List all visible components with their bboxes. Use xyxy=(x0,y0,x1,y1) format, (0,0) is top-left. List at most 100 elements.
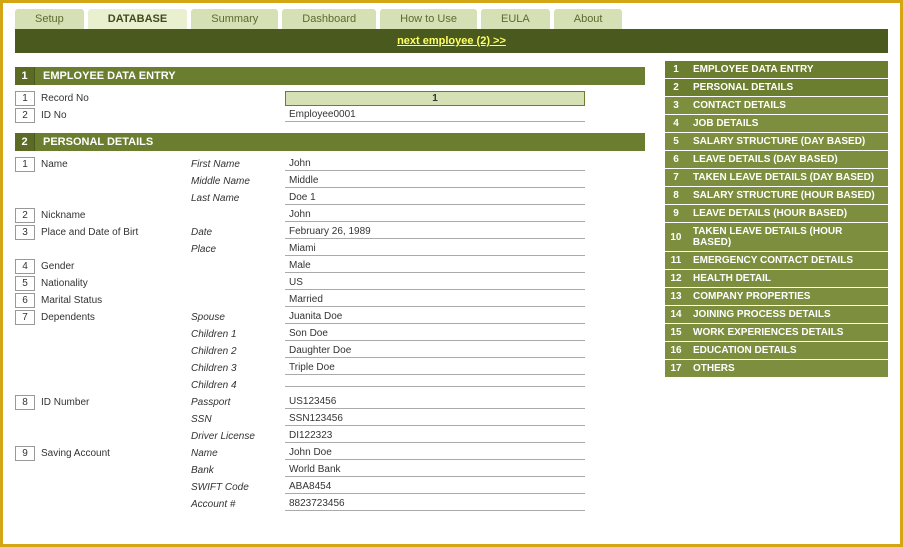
nav-item-4[interactable]: 4JOB DETAILS xyxy=(665,115,888,132)
row-num: 2 xyxy=(15,108,35,123)
sub-label: Date xyxy=(185,227,285,238)
nickname-input[interactable]: John xyxy=(285,208,585,222)
nav-sidebar: 1EMPLOYEE DATA ENTRY2PERSONAL DETAILS3CO… xyxy=(665,61,888,512)
nav-text: TAKEN LEAVE DETAILS (HOUR BASED) xyxy=(687,223,888,251)
nav-text: EMERGENCY CONTACT DETAILS xyxy=(687,252,859,269)
nav-item-10[interactable]: 10TAKEN LEAVE DETAILS (HOUR BASED) xyxy=(665,223,888,251)
field-label: Place and Date of Birt xyxy=(35,227,185,238)
sub-label: First Name xyxy=(185,159,285,170)
bank-input[interactable]: World Bank xyxy=(285,463,585,477)
record-no-input[interactable]: 1 xyxy=(285,91,585,106)
nav-item-5[interactable]: 5SALARY STRUCTURE (DAY BASED) xyxy=(665,133,888,150)
tab-setup[interactable]: Setup xyxy=(15,9,84,29)
id-no-value[interactable]: Employee0001 xyxy=(285,108,585,122)
field-label: ID Number xyxy=(35,397,185,408)
nav-num: 6 xyxy=(665,151,687,168)
next-employee-link[interactable]: next employee (2) >> xyxy=(397,35,506,47)
birth-date-input[interactable]: February 26, 1989 xyxy=(285,225,585,239)
nav-item-17[interactable]: 17OTHERS xyxy=(665,360,888,377)
nav-text: HEALTH DETAIL xyxy=(687,270,777,287)
last-name-input[interactable]: Doe 1 xyxy=(285,191,585,205)
nav-num: 11 xyxy=(665,252,687,269)
nav-text: SALARY STRUCTURE (HOUR BASED) xyxy=(687,187,881,204)
nav-item-2[interactable]: 2PERSONAL DETAILS xyxy=(665,79,888,96)
sub-label: Passport xyxy=(185,397,285,408)
nav-num: 5 xyxy=(665,133,687,150)
passport-input[interactable]: US123456 xyxy=(285,395,585,409)
nationality-input[interactable]: US xyxy=(285,276,585,290)
nav-text: TAKEN LEAVE DETAILS (DAY BASED) xyxy=(687,169,880,186)
child4-input[interactable] xyxy=(285,384,585,387)
child2-input[interactable]: Daughter Doe xyxy=(285,344,585,358)
nav-item-7[interactable]: 7TAKEN LEAVE DETAILS (DAY BASED) xyxy=(665,169,888,186)
row-num: 4 xyxy=(15,259,35,274)
sub-label: Place xyxy=(185,244,285,255)
row-num: 1 xyxy=(15,157,35,172)
nav-text: OTHERS xyxy=(687,360,741,377)
swift-input[interactable]: ABA8454 xyxy=(285,480,585,494)
tab-about[interactable]: About xyxy=(554,9,623,29)
nav-item-16[interactable]: 16EDUCATION DETAILS xyxy=(665,342,888,359)
nav-text: COMPANY PROPERTIES xyxy=(687,288,816,305)
nav-num: 2 xyxy=(665,79,687,96)
sub-label: Children 3 xyxy=(185,363,285,374)
nav-item-13[interactable]: 13COMPANY PROPERTIES xyxy=(665,288,888,305)
section-header-entry: 1 EMPLOYEE DATA ENTRY xyxy=(15,67,645,85)
nav-num: 14 xyxy=(665,306,687,323)
ssn-input[interactable]: SSN123456 xyxy=(285,412,585,426)
row-num: 2 xyxy=(15,208,35,223)
nav-num: 15 xyxy=(665,324,687,341)
tab-dashboard[interactable]: Dashboard xyxy=(282,9,376,29)
nav-item-12[interactable]: 12HEALTH DETAIL xyxy=(665,270,888,287)
account-name-input[interactable]: John Doe xyxy=(285,446,585,460)
field-label: Gender xyxy=(35,261,185,272)
child3-input[interactable]: Triple Doe xyxy=(285,361,585,375)
birth-place-input[interactable]: Miami xyxy=(285,242,585,256)
banner: next employee (2) >> xyxy=(15,29,888,53)
row-num: 7 xyxy=(15,310,35,325)
tab-database[interactable]: DATABASE xyxy=(88,9,187,29)
sub-label: Account # xyxy=(185,499,285,510)
nav-item-8[interactable]: 8SALARY STRUCTURE (HOUR BASED) xyxy=(665,187,888,204)
marital-input[interactable]: Married xyxy=(285,293,585,307)
tab-howto[interactable]: How to Use xyxy=(380,9,477,29)
nav-num: 4 xyxy=(665,115,687,132)
nav-text: EDUCATION DETAILS xyxy=(687,342,803,359)
account-num-input[interactable]: 8823723456 xyxy=(285,497,585,511)
nav-num: 3 xyxy=(665,97,687,114)
nav-num: 17 xyxy=(665,360,687,377)
row-num: 9 xyxy=(15,446,35,461)
field-label: Dependents xyxy=(35,312,185,323)
row-num: 6 xyxy=(15,293,35,308)
field-label: Saving Account xyxy=(35,448,185,459)
nav-text: EMPLOYEE DATA ENTRY xyxy=(687,61,820,78)
sub-label: SWIFT Code xyxy=(185,482,285,493)
first-name-input[interactable]: John xyxy=(285,157,585,171)
section-header-personal: 2 PERSONAL DETAILS xyxy=(15,133,645,151)
row-num: 1 xyxy=(15,91,35,106)
spouse-input[interactable]: Juanita Doe xyxy=(285,310,585,324)
nav-num: 8 xyxy=(665,187,687,204)
field-label: Nickname xyxy=(35,210,185,221)
driver-license-input[interactable]: DI122323 xyxy=(285,429,585,443)
nav-text: CONTACT DETAILS xyxy=(687,97,792,114)
row-num: 8 xyxy=(15,395,35,410)
tab-eula[interactable]: EULA xyxy=(481,9,550,29)
sub-label: Children 4 xyxy=(185,380,285,391)
nav-text: SALARY STRUCTURE (DAY BASED) xyxy=(687,133,871,150)
row-num: 3 xyxy=(15,225,35,240)
child1-input[interactable]: Son Doe xyxy=(285,327,585,341)
sub-label: Middle Name xyxy=(185,176,285,187)
nav-item-6[interactable]: 6LEAVE DETAILS (DAY BASED) xyxy=(665,151,888,168)
tab-summary[interactable]: Summary xyxy=(191,9,278,29)
nav-item-15[interactable]: 15WORK EXPERIENCES DETAILS xyxy=(665,324,888,341)
nav-item-3[interactable]: 3CONTACT DETAILS xyxy=(665,97,888,114)
gender-input[interactable]: Male xyxy=(285,259,585,273)
nav-item-11[interactable]: 11EMERGENCY CONTACT DETAILS xyxy=(665,252,888,269)
field-label: ID No xyxy=(35,110,185,121)
middle-name-input[interactable]: Middle xyxy=(285,174,585,188)
nav-num: 12 xyxy=(665,270,687,287)
nav-item-14[interactable]: 14JOINING PROCESS DETAILS xyxy=(665,306,888,323)
nav-item-9[interactable]: 9LEAVE DETAILS (HOUR BASED) xyxy=(665,205,888,222)
nav-item-1[interactable]: 1EMPLOYEE DATA ENTRY xyxy=(665,61,888,78)
